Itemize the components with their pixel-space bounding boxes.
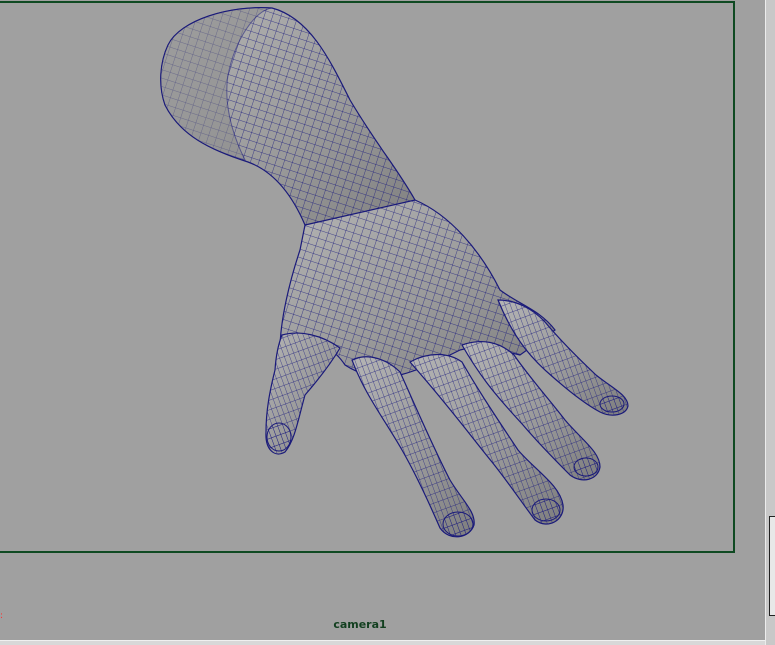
3d-viewport[interactable]: : camera1	[0, 0, 765, 640]
camera-name-label: camera1	[333, 618, 387, 631]
panel-tab[interactable]	[769, 516, 775, 616]
axis-indicator-icon: :	[0, 611, 4, 621]
bottom-status-strip	[0, 640, 765, 645]
hand-mesh[interactable]	[0, 0, 765, 640]
